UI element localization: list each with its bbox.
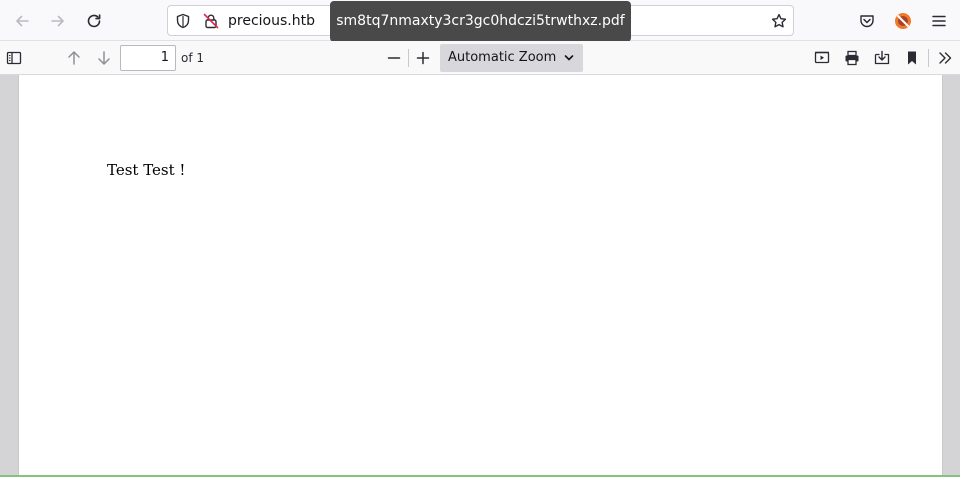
pdf-page-text: Test Test !: [107, 161, 186, 179]
reload-button[interactable]: [80, 8, 108, 34]
minus-icon: [387, 57, 401, 59]
insecure-lock-icon[interactable]: [203, 13, 219, 29]
bookmark-icon: [908, 51, 916, 65]
hamburger-menu-icon: [932, 15, 946, 27]
print-button[interactable]: [840, 46, 864, 70]
print-icon: [845, 50, 859, 66]
sidebar-toggle-button[interactable]: [2, 46, 26, 70]
pdf-page: Test Test !: [18, 75, 943, 477]
zoom-select-value: Automatic Zoom: [448, 50, 557, 65]
pdf-viewer[interactable]: Test Test !: [0, 75, 960, 477]
save-button[interactable]: [870, 46, 894, 70]
page-number-input[interactable]: 1: [120, 45, 176, 71]
star-icon[interactable]: [771, 13, 787, 29]
presentation-mode-icon: [814, 51, 830, 64]
zoom-out-button[interactable]: [382, 46, 406, 70]
back-arrow-icon: [16, 15, 29, 27]
download-icon: [874, 50, 890, 65]
back-button[interactable]: [8, 8, 36, 34]
bookmark-button[interactable]: [900, 46, 924, 70]
pocket-icon: [860, 15, 874, 28]
forward-arrow-icon: [51, 15, 64, 27]
page-count-label: of 1: [181, 51, 205, 65]
menu-button[interactable]: [925, 8, 953, 34]
chevron-down-icon: [564, 55, 574, 61]
extension-button[interactable]: [889, 8, 917, 34]
url-text[interactable]: precious.htb: [228, 12, 315, 30]
zoom-in-button[interactable]: [411, 46, 435, 70]
shield-icon[interactable]: [175, 13, 191, 29]
double-chevron-icon: [939, 52, 952, 64]
previous-page-button[interactable]: [62, 46, 86, 70]
next-page-button[interactable]: [92, 46, 116, 70]
reload-icon: [87, 14, 101, 28]
arrow-down-icon: [98, 51, 110, 65]
tools-button[interactable]: [933, 46, 957, 70]
zoom-select[interactable]: Automatic Zoom: [440, 44, 583, 72]
browser-toolbar: precious.htb sm8tq7nmaxty3cr3gc0hdczi5tr…: [0, 0, 960, 42]
tools-separator: [928, 49, 929, 67]
arrow-up-icon: [68, 51, 80, 65]
url-tooltip: sm8tq7nmaxty3cr3gc0hdczi5trwthxz.pdf: [330, 1, 631, 42]
forward-button[interactable]: [44, 8, 72, 34]
sidebar-toggle-icon: [6, 51, 22, 65]
plus-icon: [416, 51, 430, 65]
pocket-button[interactable]: [853, 8, 881, 34]
zoom-separator: [408, 49, 409, 67]
pdf-toolbar: 1 of 1 Automatic Zoom: [0, 41, 960, 75]
presentation-mode-button[interactable]: [810, 46, 834, 70]
extension-icon: [895, 13, 911, 29]
